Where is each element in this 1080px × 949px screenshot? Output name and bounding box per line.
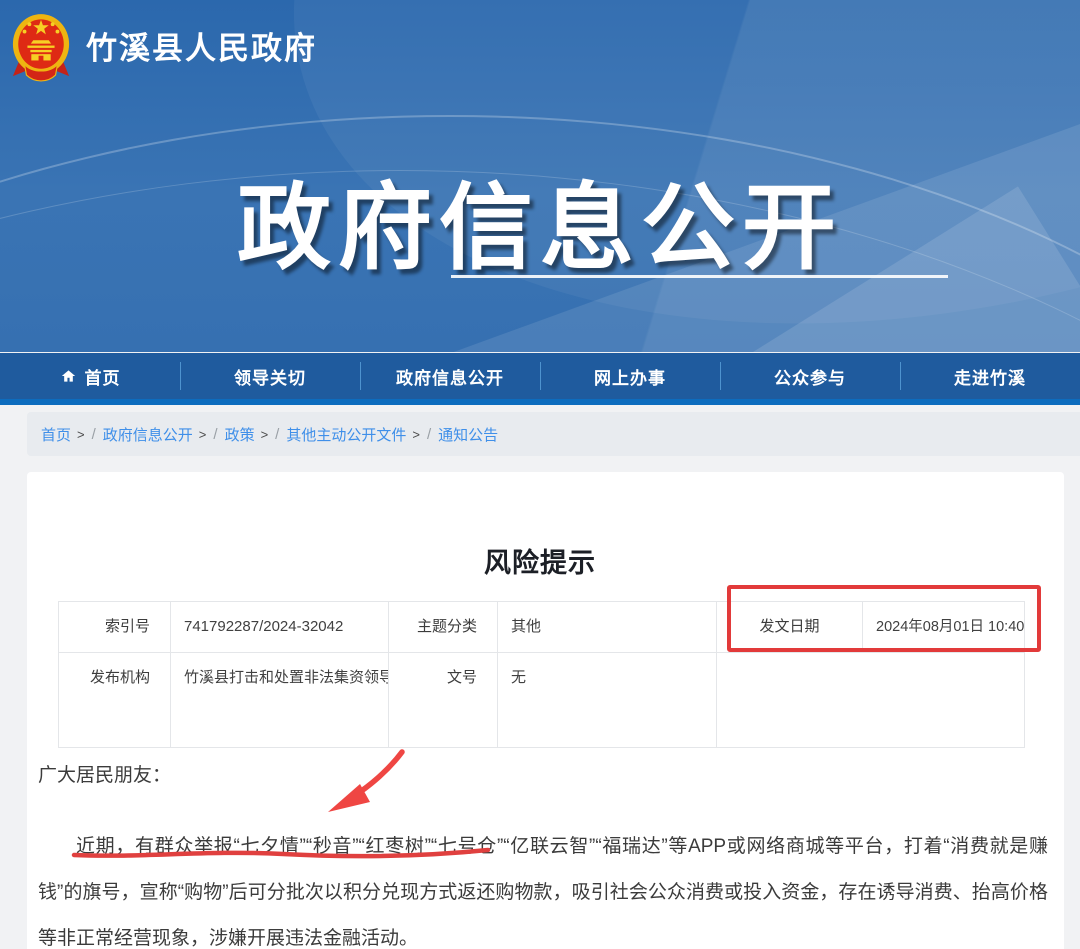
nav-item-label: 网上办事 — [594, 364, 666, 389]
banner-underline — [451, 275, 948, 278]
breadcrumb-policy[interactable]: 政策 — [225, 424, 255, 445]
page: 竹溪县人民政府 政府信息公开 首页 领导关切 政府信息公开 网上办事 公众参与 … — [0, 0, 1080, 949]
breadcrumb-separator: / — [213, 426, 217, 443]
home-icon — [60, 368, 77, 384]
metadata-table: 索引号 741792287/2024-32042 主题分类 其他 发文日期 20… — [58, 601, 1025, 748]
topic-label: 主题分类 — [389, 602, 498, 653]
breadcrumb-arrow: > — [261, 427, 269, 442]
breadcrumb-other-public-docs[interactable]: 其他主动公开文件 — [286, 424, 406, 445]
breadcrumb-arrow: > — [199, 427, 207, 442]
nav-item-label: 首页 — [85, 364, 121, 389]
empty-cell — [717, 653, 1025, 748]
date-value: 2024年08月01日 10:40:11 — [863, 602, 1025, 653]
nav-item-home[interactable]: 首页 — [0, 353, 180, 399]
topic-value: 其他 — [498, 602, 717, 653]
article-title: 风险提示 — [0, 541, 1080, 580]
breadcrumb-arrow: > — [412, 427, 420, 442]
breadcrumb-separator: / — [427, 426, 431, 443]
breadcrumb-separator: / — [275, 426, 279, 443]
docno-value: 无 — [498, 653, 717, 748]
china-national-emblem-icon[interactable] — [10, 11, 72, 83]
nav-accent-strip — [0, 399, 1080, 405]
nav-item-label: 政府信息公开 — [396, 364, 504, 389]
body-paragraph: 近期，有群众举报“七夕情”“秒音”“红枣树”“七号仓”“亿联云智”“福瑞达”等A… — [38, 824, 1048, 949]
nav-item-online-services[interactable]: 网上办事 — [540, 353, 720, 399]
site-title[interactable]: 竹溪县人民政府 — [86, 23, 317, 68]
salutation: 广大居民朋友： — [38, 760, 171, 787]
nav-item-leadership[interactable]: 领导关切 — [180, 353, 360, 399]
site-header: 竹溪县人民政府 — [0, 0, 1080, 90]
top-banner: 竹溪县人民政府 政府信息公开 — [0, 0, 1080, 352]
banner-title: 政府信息公开 — [0, 152, 1080, 288]
main-nav: 首页 领导关切 政府信息公开 网上办事 公众参与 走进竹溪 — [0, 353, 1080, 399]
breadcrumb-notices[interactable]: 通知公告 — [438, 424, 498, 445]
breadcrumb-separator: / — [92, 426, 96, 443]
date-label: 发文日期 — [717, 602, 863, 653]
breadcrumb-home[interactable]: 首页 — [41, 424, 71, 445]
agency-value: 竹溪县打击和处置非法集资领导小组办公室 — [171, 653, 389, 748]
breadcrumb: 首页 > / 政府信息公开 > / 政策 > / 其他主动公开文件 > / 通知… — [27, 412, 1080, 456]
nav-item-info-disclosure[interactable]: 政府信息公开 — [360, 353, 540, 399]
breadcrumb-info-disclosure[interactable]: 政府信息公开 — [103, 424, 193, 445]
nav-item-about-zhuxi[interactable]: 走进竹溪 — [900, 353, 1080, 399]
agency-label: 发布机构 — [59, 653, 171, 748]
index-label: 索引号 — [59, 602, 171, 653]
nav-item-label: 领导关切 — [234, 364, 306, 389]
nav-item-label: 走进竹溪 — [954, 364, 1026, 389]
index-value: 741792287/2024-32042 — [171, 602, 389, 653]
nav-item-label: 公众参与 — [774, 364, 846, 389]
nav-item-public-participation[interactable]: 公众参与 — [720, 353, 900, 399]
docno-label: 文号 — [389, 653, 498, 748]
breadcrumb-arrow: > — [77, 427, 85, 442]
